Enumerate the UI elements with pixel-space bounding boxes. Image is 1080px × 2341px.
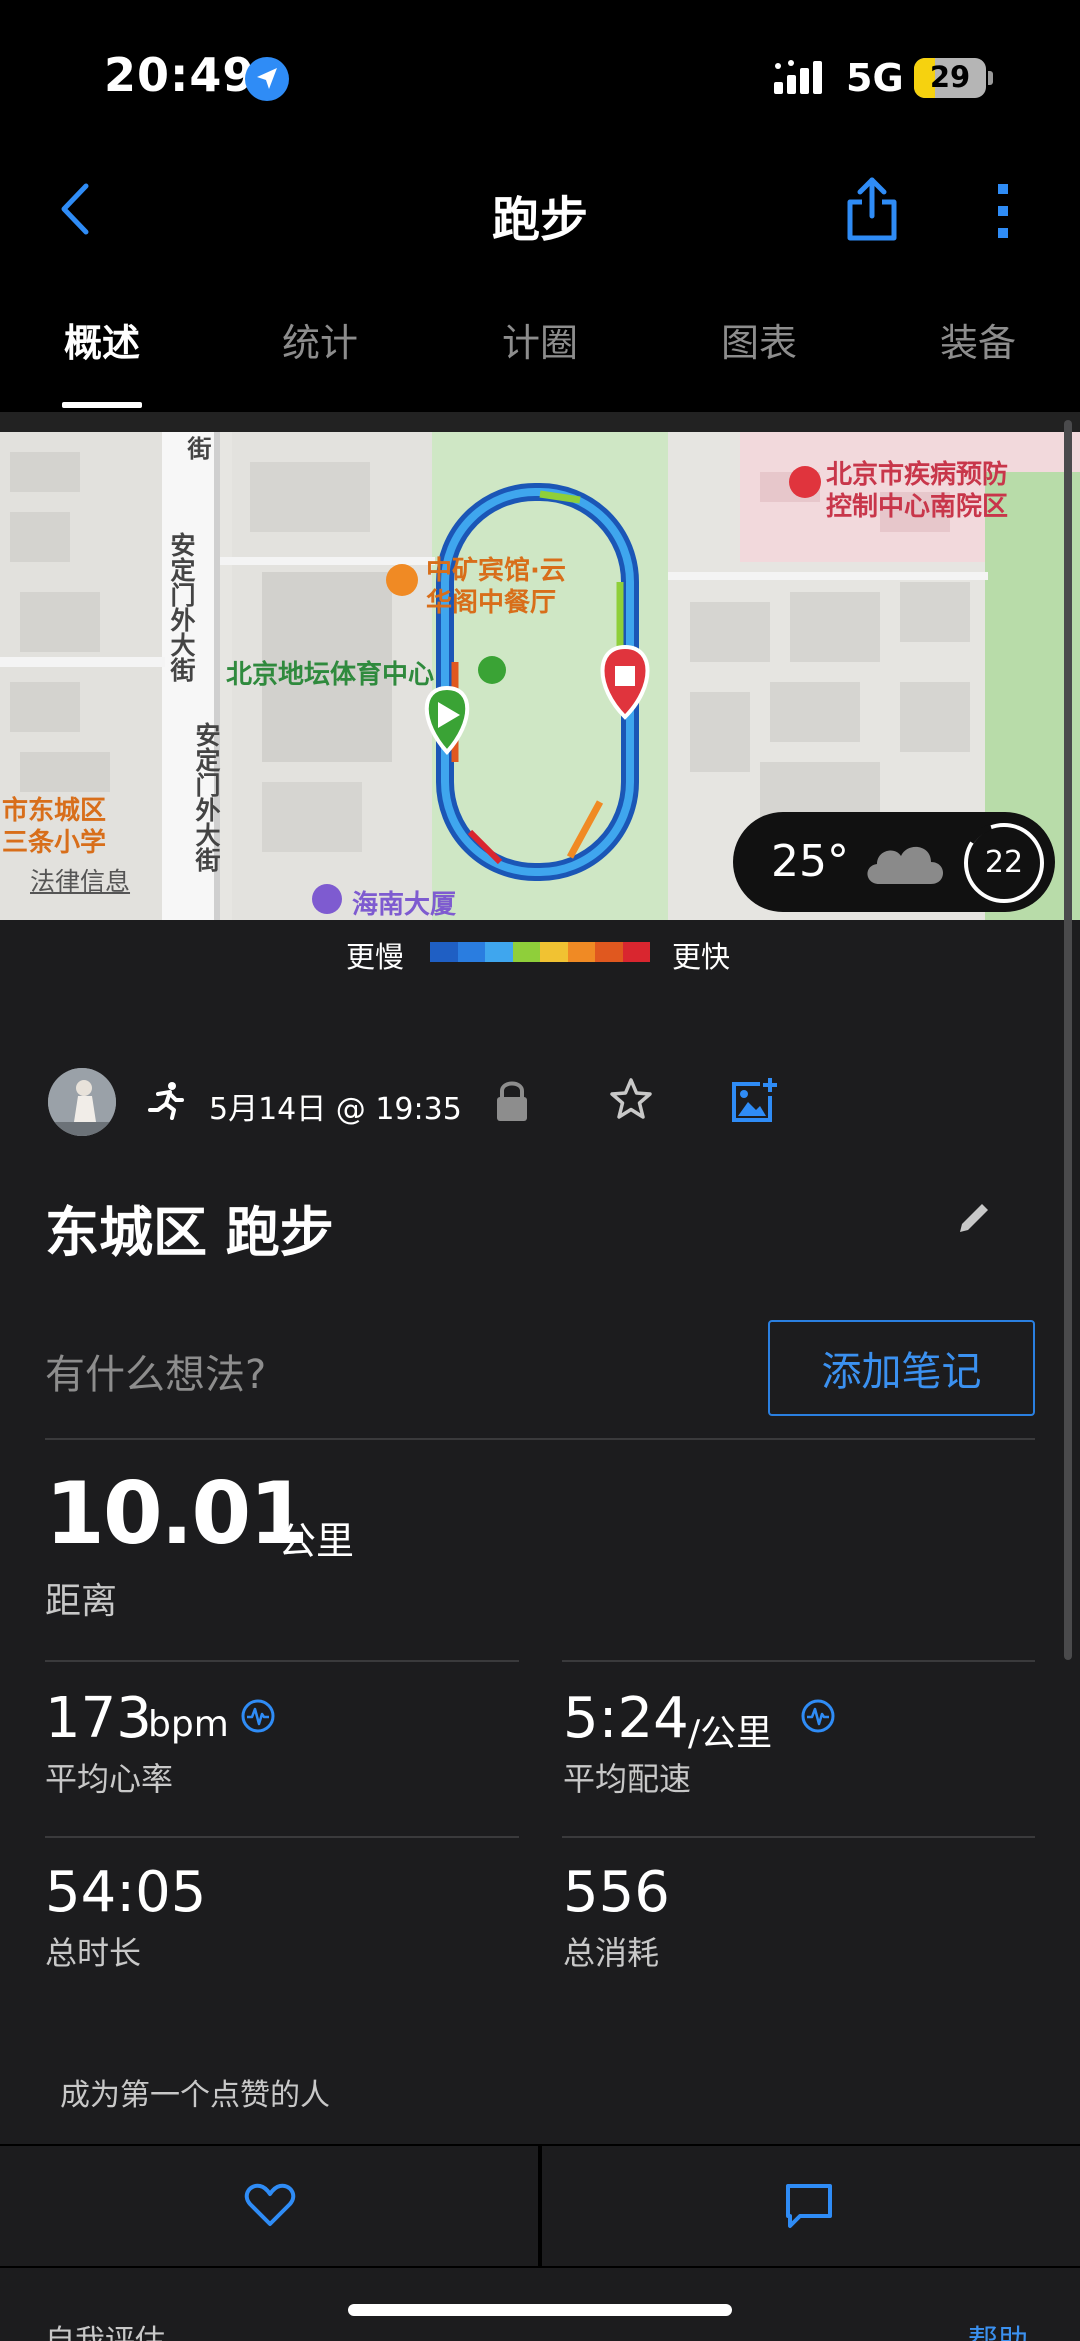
running-icon <box>148 1082 184 1120</box>
page-title: 跑步 <box>491 192 588 248</box>
status-bar: 20:49 5G 29 <box>0 0 1080 150</box>
calories-label: 总消耗 <box>563 1934 660 1972</box>
tab-overview[interactable]: 概述 <box>27 312 177 367</box>
map-label-cdc-line2: 控制中心南院区 <box>826 492 1009 522</box>
weather-aqi: 22 <box>984 845 1024 880</box>
battery-icon: 29 <box>914 58 986 98</box>
divider <box>45 1836 519 1838</box>
map-label-building: 海南大厦 <box>352 890 457 920</box>
pace-color-swatch <box>457 942 485 962</box>
cellular-signal-icon <box>774 60 822 94</box>
duration-label: 总时长 <box>45 1934 142 1972</box>
legend-fast-label: 更快 <box>672 940 731 974</box>
map-label-school-line2: 三条小学 <box>2 828 107 858</box>
pace-color-swatch <box>430 942 458 962</box>
battery-percent: 29 <box>929 60 971 94</box>
weather-badge: 25° 22 <box>733 812 1055 912</box>
map-legal-link[interactable]: 法律信息 <box>30 862 130 898</box>
add-photo-icon[interactable] <box>730 1076 778 1124</box>
note-placeholder[interactable]: 有什么想法? <box>45 1342 266 1400</box>
map-label-street-2: 安定门外大街 <box>192 722 221 872</box>
duration-value: 54:05 <box>45 1860 207 1925</box>
star-icon[interactable] <box>608 1076 654 1122</box>
divider <box>45 1438 1035 1440</box>
tab-charts[interactable]: 图表 <box>684 312 834 367</box>
tab-laps[interactable]: 计圈 <box>465 312 615 367</box>
calories-value: 556 <box>563 1860 670 1925</box>
map-label-hotel-line2: 华阁中餐厅 <box>426 588 557 618</box>
avg-pace-label: 平均配速 <box>563 1760 692 1798</box>
add-note-button[interactable]: 添加笔记 <box>768 1320 1035 1416</box>
avg-hr-unit: bpm <box>148 1704 229 1745</box>
pace-color-swatch <box>567 942 595 962</box>
pace-legend: 更慢 更快 <box>0 920 1080 984</box>
map-label-street-1: 安定门外大街 <box>167 532 196 682</box>
divider <box>562 1836 1035 1838</box>
app-header: 跑步 <box>0 150 1080 270</box>
divider <box>45 1660 519 1662</box>
cloud-icon <box>867 846 943 884</box>
weather-temperature: 25° <box>771 836 849 887</box>
network-type: 5G <box>846 56 904 100</box>
tab-bar: 概述 统计 计圈 图表 装备 <box>0 270 1080 412</box>
heart-icon <box>244 2183 296 2226</box>
avg-pace-value: 5:24 <box>563 1686 689 1751</box>
battery-tip <box>988 71 993 85</box>
action-bar <box>0 2144 1080 2268</box>
like-button[interactable] <box>0 2146 538 2268</box>
pace-color-swatch <box>512 942 540 962</box>
map-label-stadium: 北京地坛体育中心 <box>226 660 435 690</box>
status-time: 20:49 <box>104 48 256 102</box>
self-eval-label: 自我评估 <box>45 2316 165 2341</box>
pace-color-swatch <box>485 942 513 962</box>
distance-value: 10.01 <box>45 1464 309 1564</box>
help-link[interactable]: 帮助 <box>968 2316 1028 2341</box>
tab-gear[interactable]: 装备 <box>903 312 1053 367</box>
avg-hr-label: 平均心率 <box>45 1760 174 1798</box>
divider <box>562 1660 1035 1662</box>
avg-pace-unit: /公里 <box>688 1713 773 1754</box>
avg-hr-value: 173 <box>45 1686 152 1751</box>
like-prompt: 成为第一个点赞的人 <box>60 2078 330 2113</box>
share-button[interactable] <box>842 174 902 244</box>
tab-stats[interactable]: 统计 <box>245 312 395 367</box>
activity-title: 东城区 跑步 <box>45 1201 334 1264</box>
edit-pencil-icon[interactable] <box>954 1198 994 1238</box>
pace-color-swatch <box>595 942 623 962</box>
home-indicator[interactable] <box>348 2304 732 2316</box>
activity-summary: 5月14日 @ 19:35 东城区 跑步 有什么想法? 添加笔记 10.01 公… <box>0 984 1080 2144</box>
section-divider <box>0 412 1080 432</box>
activity-date: 5月14日 @ 19:35 <box>209 1092 462 1127</box>
active-tab-indicator <box>62 402 142 408</box>
more-options-button[interactable] <box>985 180 1021 242</box>
pace-color-swatch <box>622 942 650 962</box>
distance-unit: 公里 <box>278 1519 355 1563</box>
heart-rate-sensor-icon[interactable] <box>240 1698 276 1734</box>
lock-icon[interactable] <box>494 1079 530 1123</box>
location-arrow-icon <box>245 57 289 101</box>
distance-label: 距离 <box>45 1581 118 1622</box>
scrollbar[interactable] <box>1064 420 1072 1660</box>
comment-button[interactable] <box>542 2146 1080 2268</box>
pace-sensor-icon[interactable] <box>800 1698 836 1734</box>
pace-color-scale <box>430 942 650 962</box>
pace-color-swatch <box>540 942 568 962</box>
legend-slow-label: 更慢 <box>346 940 405 974</box>
avatar[interactable] <box>48 1068 116 1136</box>
comment-icon <box>786 2184 832 2228</box>
map-label-street-top: 街 <box>183 436 211 460</box>
